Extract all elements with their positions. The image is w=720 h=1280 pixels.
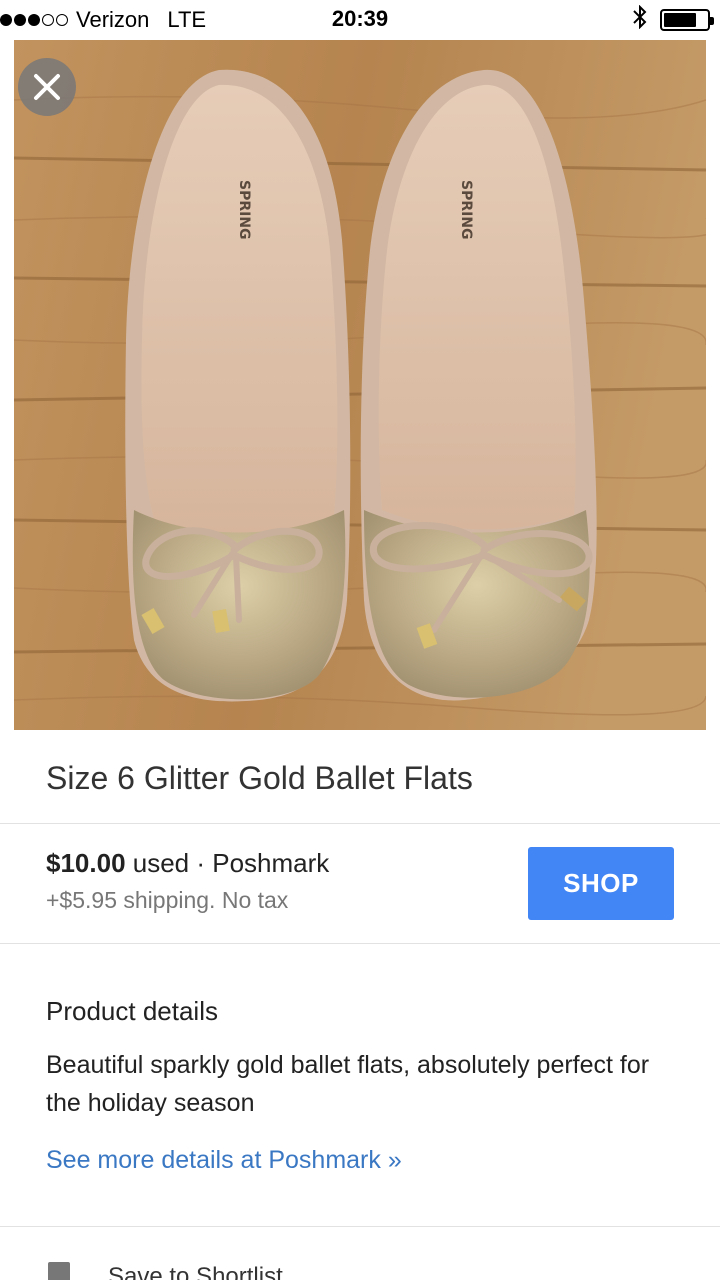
battery-icon: [660, 9, 714, 31]
bluetooth-icon: [632, 4, 648, 35]
status-left: Verizon LTE: [0, 6, 206, 34]
svg-text:SPRING: SPRING: [458, 180, 474, 240]
price-line: $10.00 used · Poshmark: [46, 848, 329, 879]
shop-button[interactable]: SHOP: [528, 847, 674, 920]
product-photo: SPRING SPRING: [14, 40, 706, 730]
divider: [0, 1226, 720, 1227]
carrier-name: Verizon: [76, 7, 150, 32]
svg-text:SPRING: SPRING: [236, 180, 252, 240]
shipping-info: +$5.95 shipping. No tax: [46, 887, 289, 913]
divider: [0, 823, 720, 824]
close-icon: [34, 74, 60, 100]
network-type: LTE: [167, 7, 207, 32]
status-bar: Verizon LTE 20:39: [0, 0, 720, 40]
divider: [0, 943, 720, 944]
signal-strength-icon: [0, 14, 68, 26]
save-to-shortlist[interactable]: Save to Shortlist: [108, 1263, 283, 1280]
details-heading: Product details: [46, 996, 218, 1026]
price: $10.00: [46, 848, 126, 878]
close-button[interactable]: [18, 58, 76, 116]
details-description: Beautiful sparkly gold ballet flats, abs…: [46, 1051, 650, 1117]
condition-seller: used · Poshmark: [125, 848, 330, 878]
more-details-link[interactable]: See more details at Poshmark »: [46, 1146, 402, 1175]
product-title: Size 6 Glitter Gold Ballet Flats: [46, 760, 473, 796]
status-right: [632, 4, 714, 35]
bookmark-icon[interactable]: [48, 1262, 70, 1280]
